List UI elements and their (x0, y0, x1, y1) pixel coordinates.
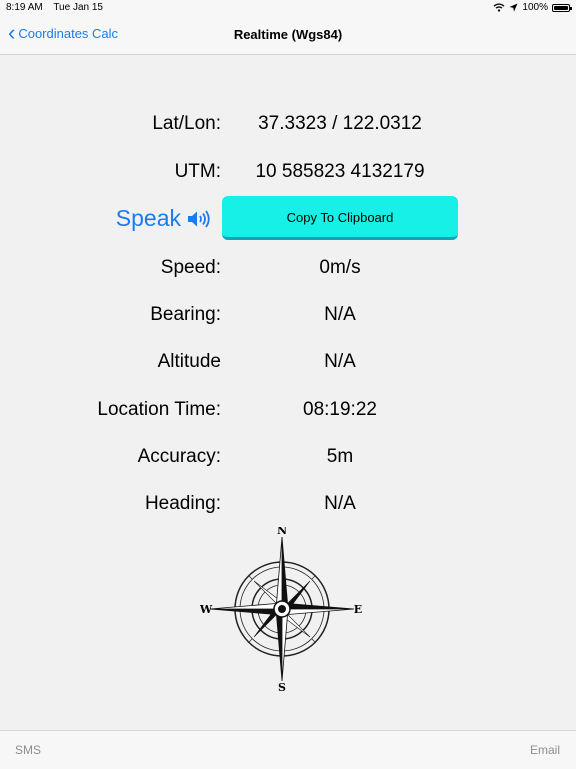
wifi-icon (493, 3, 505, 12)
speed-label: Speed: (160, 257, 221, 278)
main-content: Lat/Lon: 37.3323 / 122.0312 UTM: 10 5858… (0, 55, 576, 730)
altitude-label: Altitude (157, 351, 221, 372)
location-time-label: Location Time: (97, 399, 221, 420)
page-title: Realtime (Wgs84) (233, 27, 343, 42)
altitude-value: N/A (324, 351, 356, 372)
speak-button[interactable]: Speak (116, 205, 211, 232)
status-left: 8:19 AM Tue Jan 15 (6, 2, 111, 13)
speaker-icon (188, 209, 210, 228)
compass-north-label: N (277, 527, 287, 537)
compass-south-label: S (278, 681, 286, 691)
compass-east-label: E (354, 603, 362, 616)
sms-button[interactable]: SMS (15, 743, 41, 757)
compass-rose-icon: N S E W (200, 527, 362, 691)
bearing-value: N/A (324, 304, 356, 325)
location-arrow-icon (509, 3, 518, 12)
copy-to-clipboard-button[interactable]: Copy To Clipboard (222, 196, 458, 240)
accuracy-label: Accuracy: (137, 446, 221, 467)
email-button[interactable]: Email (530, 743, 560, 757)
accuracy-value: 5m (326, 446, 354, 467)
battery-fill (554, 5, 568, 10)
status-date: Tue Jan 15 (53, 2, 103, 13)
latlon-value: 37.3323 / 122.0312 (258, 113, 422, 134)
utm-value: 10 585823 4132179 (255, 161, 425, 182)
compass-west-label: W (200, 603, 213, 616)
navigation-bar: ‹ Coordinates Calc Realtime (Wgs84) (0, 16, 576, 55)
heading-value: N/A (324, 493, 356, 514)
battery-icon (552, 3, 572, 12)
bottom-toolbar: SMS Email (0, 730, 576, 769)
status-right: 100% (493, 2, 572, 13)
battery-percent: 100% (522, 2, 548, 13)
utm-label: UTM: (174, 161, 221, 182)
bearing-label: Bearing: (150, 304, 221, 325)
location-time-value: 08:19:22 (303, 399, 377, 420)
speed-value: 0m/s (319, 257, 361, 278)
status-time: 8:19 AM (6, 2, 43, 13)
speak-label: Speak (115, 205, 181, 231)
status-bar: 8:19 AM Tue Jan 15 100% (0, 0, 576, 16)
heading-label: Heading: (144, 493, 221, 514)
latlon-label: Lat/Lon: (152, 113, 221, 134)
